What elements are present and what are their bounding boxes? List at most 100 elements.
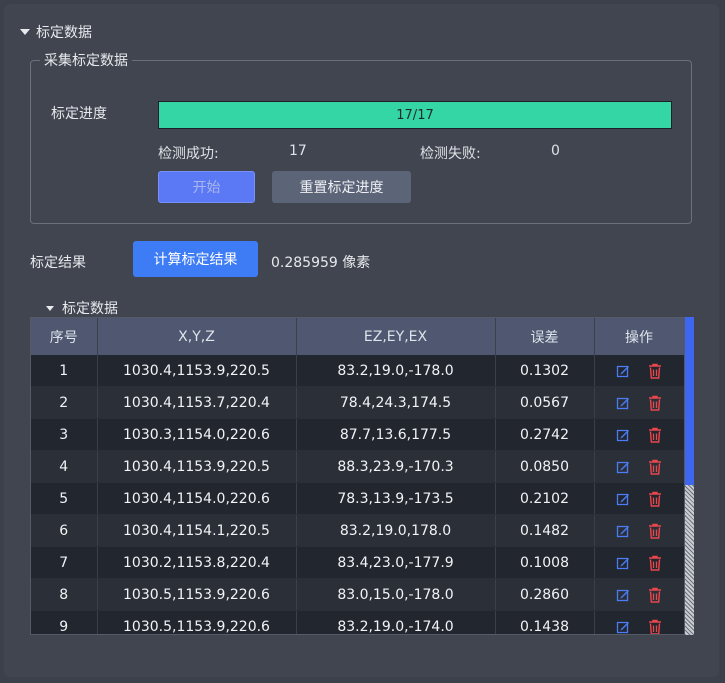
- error-cell: 0.1482: [495, 514, 595, 547]
- table-row[interactable]: 5 1030.4,1154.0,220.6 78.3,13.9,-173.5 0.21…: [31, 482, 684, 515]
- table-row[interactable]: 6 1030.4,1154.1,220.5 83.2,19.0,178.0 0.148…: [31, 514, 684, 547]
- error-cell: 0.1302: [495, 355, 595, 387]
- column-header[interactable]: 操作: [594, 318, 684, 355]
- table-row[interactable]: 1 1030.4,1153.9,220.5 83.2,19.0,-178.0 0.13…: [31, 355, 684, 387]
- xyz-cell: 1030.4,1154.0,220.6: [97, 482, 297, 515]
- table-section-title: 标定数据: [62, 301, 118, 317]
- euler-cell: 83.2,19.0,-174.0: [296, 610, 496, 634]
- calibration-progress-bar: 17/17: [158, 101, 672, 129]
- trash-icon[interactable]: [648, 555, 662, 571]
- collapse-triangle-icon[interactable]: [46, 305, 54, 311]
- table-row[interactable]: 7 1030.2,1153.8,220.4 83.4,23.0,-177.9 0.10…: [31, 546, 684, 579]
- edit-icon[interactable]: [616, 492, 630, 506]
- calibration-data-table: 序号 X,Y,Z EZ,EY,EX 误差 操作 1 1030.4,1153.9,2…: [30, 317, 685, 635]
- trash-icon[interactable]: [648, 523, 662, 539]
- actions-cell: [594, 610, 684, 634]
- error-cell: 0.0567: [495, 386, 595, 419]
- row-index-cell: 2: [31, 386, 98, 419]
- actions-cell: [594, 514, 684, 547]
- error-cell: 0.2102: [495, 482, 595, 515]
- trash-icon[interactable]: [648, 459, 662, 475]
- table-header-row: 序号 X,Y,Z EZ,EY,EX 误差 操作: [31, 318, 684, 355]
- error-cell: 0.2860: [495, 578, 595, 611]
- column-header[interactable]: X,Y,Z: [97, 318, 297, 355]
- euler-cell: 78.4,24.3,174.5: [296, 386, 496, 419]
- euler-cell: 83.0,15.0,-178.0: [296, 578, 496, 611]
- table-row[interactable]: 9 1030.5,1153.9,220.6 83.2,19.0,-174.0 0.14…: [31, 610, 684, 634]
- table-row[interactable]: 8 1030.5,1153.9,220.6 83.0,15.0,-178.0 0.28…: [31, 578, 684, 611]
- column-header[interactable]: 序号: [31, 318, 98, 355]
- xyz-cell: 1030.5,1153.9,220.6: [97, 610, 297, 634]
- error-cell: 0.2742: [495, 418, 595, 451]
- trash-icon[interactable]: [648, 427, 662, 443]
- result-label: 标定结果: [30, 255, 86, 271]
- edit-icon[interactable]: [616, 620, 630, 634]
- actions-cell: [594, 418, 684, 451]
- compute-result-button[interactable]: 计算标定结果: [133, 241, 258, 277]
- edit-icon[interactable]: [616, 364, 630, 378]
- trash-icon[interactable]: [648, 395, 662, 411]
- trash-icon[interactable]: [648, 587, 662, 603]
- trash-icon[interactable]: [648, 363, 662, 379]
- actions-cell: [594, 546, 684, 579]
- euler-cell: 83.2,19.0,178.0: [296, 514, 496, 547]
- xyz-cell: 1030.4,1153.9,220.5: [97, 450, 297, 483]
- reset-progress-button[interactable]: 重置标定进度: [272, 171, 411, 203]
- collect-groupbox-title: 采集标定数据: [40, 50, 132, 70]
- euler-cell: 83.4,23.0,-177.9: [296, 546, 496, 579]
- error-cell: 0.1008: [495, 546, 595, 579]
- error-cell: 0.1438: [495, 610, 595, 634]
- progress-text: 17/17: [396, 107, 434, 123]
- row-index-cell: 9: [31, 610, 98, 634]
- table-row[interactable]: 2 1030.4,1153.7,220.4 78.4,24.3,174.5 0.056…: [31, 386, 684, 419]
- xyz-cell: 1030.2,1153.8,220.4: [97, 546, 297, 579]
- euler-cell: 78.3,13.9,-173.5: [296, 482, 496, 515]
- xyz-cell: 1030.4,1153.9,220.5: [97, 355, 297, 387]
- success-label: 检测成功:: [158, 146, 219, 162]
- collapse-triangle-icon[interactable]: [20, 29, 30, 35]
- table-row[interactable]: 3 1030.3,1154.0,220.6 87.7,13.6,177.5 0.274…: [31, 418, 684, 451]
- progress-label: 标定进度: [51, 106, 107, 122]
- row-index-cell: 6: [31, 514, 98, 547]
- row-index-cell: 4: [31, 450, 98, 483]
- xyz-cell: 1030.5,1153.9,220.6: [97, 578, 297, 611]
- fail-label: 检测失败:: [420, 146, 481, 162]
- euler-cell: 83.2,19.0,-178.0: [296, 355, 496, 387]
- edit-icon[interactable]: [616, 428, 630, 442]
- euler-cell: 87.7,13.6,177.5: [296, 418, 496, 451]
- xyz-cell: 1030.3,1154.0,220.6: [97, 418, 297, 451]
- actions-cell: [594, 482, 684, 515]
- edit-icon[interactable]: [616, 460, 630, 474]
- table-section-header[interactable]: 标定数据: [46, 298, 118, 318]
- euler-cell: 88.3,23.9,-170.3: [296, 450, 496, 483]
- section-header-calibration-data[interactable]: 标定数据: [20, 22, 92, 42]
- edit-icon[interactable]: [616, 588, 630, 602]
- section-title: 标定数据: [36, 25, 92, 41]
- row-index-cell: 1: [31, 355, 98, 387]
- start-button[interactable]: 开始: [158, 171, 255, 203]
- xyz-cell: 1030.4,1154.1,220.5: [97, 514, 297, 547]
- success-value: 17: [289, 143, 307, 159]
- trash-icon[interactable]: [648, 491, 662, 507]
- result-value: 0.285959 像素: [271, 255, 371, 271]
- xyz-cell: 1030.4,1153.7,220.4: [97, 386, 297, 419]
- edit-icon[interactable]: [616, 556, 630, 570]
- fail-value: 0: [551, 143, 560, 159]
- error-cell: 0.0850: [495, 450, 595, 483]
- table-scrollbar[interactable]: [685, 317, 694, 635]
- row-index-cell: 7: [31, 546, 98, 579]
- trash-icon[interactable]: [648, 619, 662, 634]
- table-row[interactable]: 4 1030.4,1153.9,220.5 88.3,23.9,-170.3 0.08…: [31, 450, 684, 483]
- row-index-cell: 8: [31, 578, 98, 611]
- scrollbar-thumb[interactable]: [685, 317, 694, 485]
- actions-cell: [594, 450, 684, 483]
- row-index-cell: 3: [31, 418, 98, 451]
- edit-icon[interactable]: [616, 524, 630, 538]
- column-header[interactable]: EZ,EY,EX: [296, 318, 496, 355]
- edit-icon[interactable]: [616, 396, 630, 410]
- column-header[interactable]: 误差: [495, 318, 595, 355]
- row-index-cell: 5: [31, 482, 98, 515]
- actions-cell: [594, 355, 684, 387]
- actions-cell: [594, 386, 684, 419]
- actions-cell: [594, 578, 684, 611]
